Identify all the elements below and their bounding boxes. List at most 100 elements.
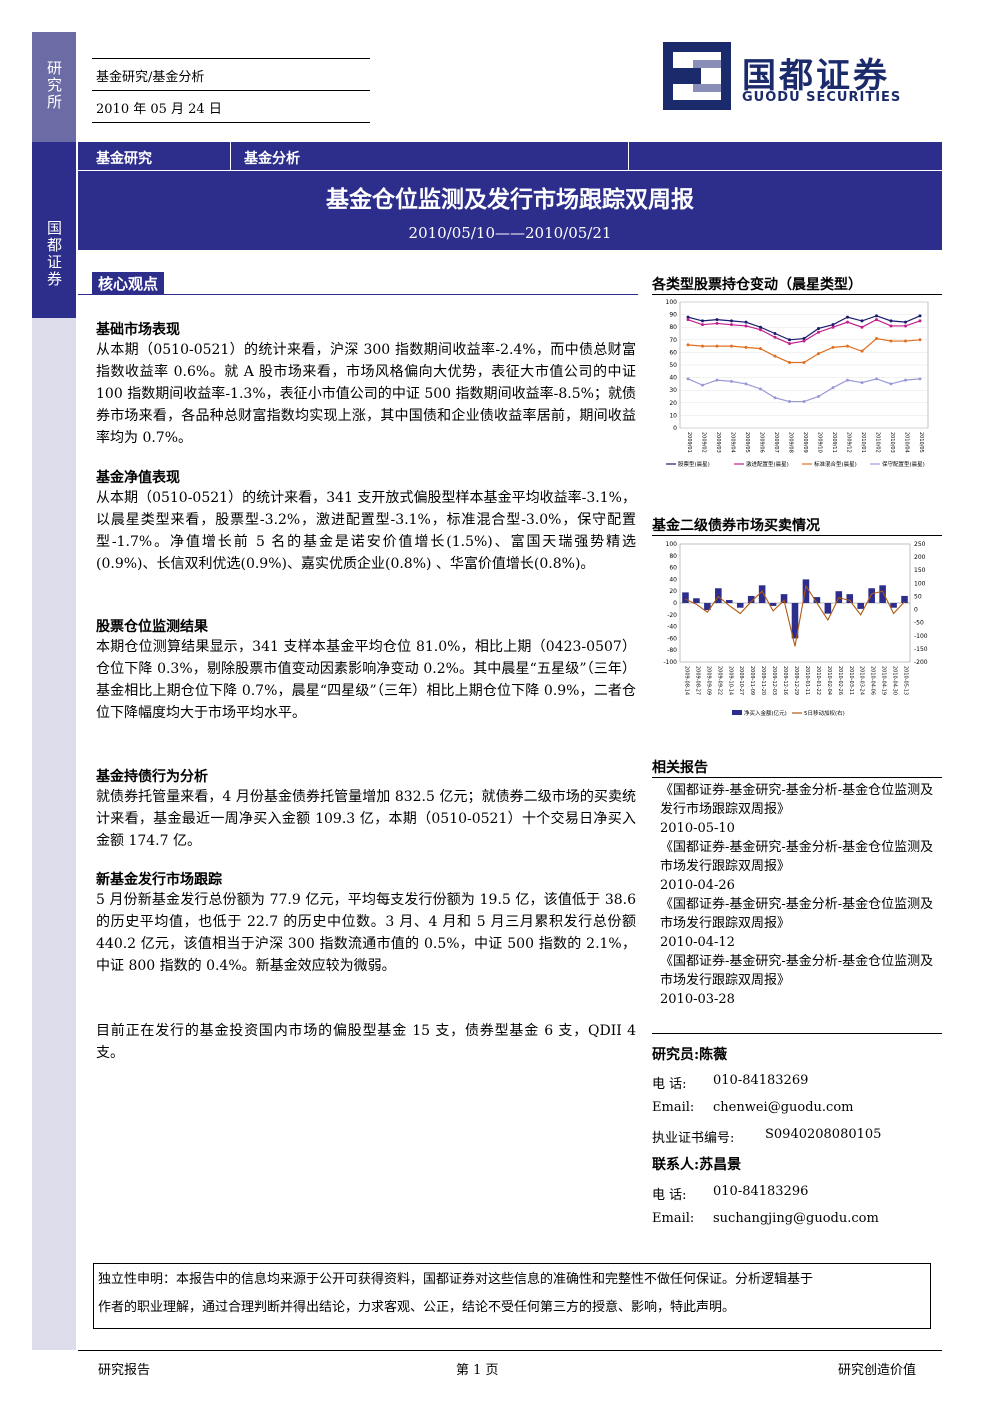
contact-email[interactable]: suchangjing@guodu.com: [713, 1211, 879, 1226]
data-point: [773, 332, 777, 335]
bar: [890, 603, 897, 608]
data-point: [701, 344, 704, 348]
x-tick-label: 2010-05-13: [903, 666, 909, 695]
header-rule-bottom: [92, 122, 370, 123]
data-point: [715, 378, 719, 382]
data-point: [889, 324, 893, 328]
section-heading: 新基金发行市场跟踪: [96, 872, 222, 888]
header-rule-mid: [92, 90, 370, 91]
data-point: [817, 326, 820, 330]
related-item[interactable]: 《国都证券-基金研究-基金分析-基金仓位监测及发行市场跟踪双周报》 2010-05…: [660, 781, 940, 838]
data-point: [875, 337, 878, 341]
core-rule: [78, 294, 638, 295]
y-tick-label: 100: [666, 299, 678, 306]
data-point: [715, 321, 719, 325]
section-text: 5 月份新基金发行总份额为 77.9 亿元，平均每支发行份额为 19.5 亿，该…: [96, 892, 636, 974]
data-point: [889, 319, 893, 323]
x-tick-label: 2010-04-30: [892, 666, 898, 695]
section-heading: 基础市场表现: [96, 322, 180, 338]
researcher-cert-label: 执业证书编号:: [652, 1131, 735, 1146]
data-point: [802, 400, 806, 404]
x-tick-label: 2010/05: [918, 432, 924, 453]
data-point: [773, 396, 777, 400]
related-item[interactable]: 《国都证券-基金研究-基金分析-基金仓位监测及市场发行跟踪双周报》 2010-04…: [660, 895, 940, 952]
x-tick-label: 2009/05: [744, 432, 750, 453]
data-point: [744, 382, 748, 386]
sidebar-band: 国都证券: [32, 142, 76, 318]
data-point: [802, 360, 806, 364]
banner-separator: [230, 142, 231, 170]
contact-name: 联系人:苏昌景: [652, 1157, 742, 1173]
y-tick-label: 80: [669, 553, 677, 560]
footer-right: 研究创造价值: [838, 1363, 917, 1378]
x-tick-label: 2010-02-04: [826, 666, 832, 695]
y-tick-label: -60: [667, 635, 677, 642]
banner-tag-analysis: 基金分析: [244, 151, 300, 167]
y2-tick-label: -150: [914, 646, 928, 653]
x-tick-label: 2009-12-16: [782, 666, 788, 695]
data-point: [686, 377, 690, 381]
y2-tick-label: -50: [914, 620, 924, 627]
y2-tick-label: -100: [914, 633, 928, 640]
bar: [682, 592, 689, 603]
data-point: [875, 318, 878, 322]
x-tick-label: 2009/10: [817, 432, 823, 453]
researcher-cert: S0940208080105: [765, 1127, 882, 1142]
data-point: [904, 320, 907, 324]
chart2-title: 基金二级债券市场买卖情况: [652, 518, 820, 534]
x-tick-label: 2009-11-09: [749, 666, 755, 695]
header-date: 2010 年 05 月 24 日: [96, 102, 222, 117]
page-number: 第 1 页: [456, 1363, 499, 1378]
y-tick-label: 60: [669, 349, 677, 356]
contact-email-label: Email:: [652, 1211, 695, 1226]
contact-phone: 010-84183296: [713, 1184, 809, 1199]
data-point: [773, 335, 777, 339]
y2-tick-label: 50: [914, 593, 922, 600]
related-item-title: 《国都证券-基金研究-基金分析-基金仓位监测及发行市场跟踪双周报》: [660, 783, 934, 817]
researcher-email-label: Email:: [652, 1100, 695, 1115]
x-tick-label: 2010-03-24: [859, 666, 865, 695]
logo-name-en: GUODU SECURITIES: [742, 90, 902, 105]
report-period: 2010/05/10——2010/05/21: [408, 224, 612, 242]
data-point: [788, 360, 791, 364]
x-tick-label: 2009/11: [831, 432, 837, 453]
x-tick-label: 2010-03-11: [848, 666, 854, 695]
legend-label: 标准混合型(晨星): [814, 460, 857, 468]
related-item-title: 《国都证券-基金研究-基金分析-基金仓位监测及市场发行跟踪双周报》: [660, 840, 934, 874]
disclaimer-line: 独立性申明：本报告中的信息均来源于公开可获得资料，国都证券对这些信息的准确性和完…: [98, 1272, 814, 1287]
legend-swatch: [732, 710, 742, 715]
header-category: 基金研究/基金分析: [96, 70, 205, 85]
data-point: [802, 339, 806, 343]
related-item-title: 《国都证券-基金研究-基金分析-基金仓位监测及市场发行跟踪双周报》: [660, 897, 934, 931]
contact-phone-label: 电 话:: [652, 1188, 687, 1203]
bar: [769, 603, 777, 606]
related-item[interactable]: 《国都证券-基金研究-基金分析-基金仓位监测及市场发行跟踪双周报》 2010-03…: [660, 952, 940, 1009]
data-point: [889, 382, 893, 386]
bar: [824, 603, 832, 614]
y2-tick-label: 250: [914, 541, 926, 548]
x-tick-label: 2010/03: [889, 432, 895, 453]
data-point: [744, 320, 748, 324]
report-title: 基金仓位监测及发行市场跟踪双周报: [326, 186, 694, 213]
x-tick-label: 2009-08-27: [694, 666, 700, 695]
related-item-date: 2010-04-12: [660, 935, 735, 950]
related-item[interactable]: 《国都证券-基金研究-基金分析-基金仓位监测及市场发行跟踪双周报》 2010-04…: [660, 838, 940, 895]
x-tick-label: 2010-01-11: [804, 666, 810, 695]
researcher-email[interactable]: chenwei@guodu.com: [713, 1100, 853, 1115]
footer-rule: [78, 1350, 942, 1351]
title-banner: 基金研究 基金分析 基金仓位监测及发行市场跟踪双周报 2010/05/10——2…: [78, 142, 942, 250]
x-tick-label: 2009/03: [715, 432, 721, 453]
y-tick-label: 0: [673, 425, 677, 432]
x-tick-label: 2009-08-14: [683, 666, 689, 695]
closing-text: 目前正在发行的基金投资国内市场的偏股型基金 15 支，债券型基金 6 支，QDI…: [96, 1023, 636, 1061]
x-tick-label: 2009/06: [759, 432, 765, 453]
y2-tick-label: -200: [914, 659, 928, 666]
data-point: [846, 320, 849, 324]
section-text: 从本期（0510-0521）的统计来看，沪深 300 指数期间收益率-2.4%，…: [96, 342, 636, 446]
y-tick-label: 60: [669, 565, 677, 572]
bar: [736, 603, 744, 608]
data-point: [846, 344, 849, 348]
legend-label: 净买入金额(亿元): [744, 709, 787, 717]
section-heading: 基金持债行为分析: [96, 769, 208, 785]
data-point: [788, 342, 791, 346]
